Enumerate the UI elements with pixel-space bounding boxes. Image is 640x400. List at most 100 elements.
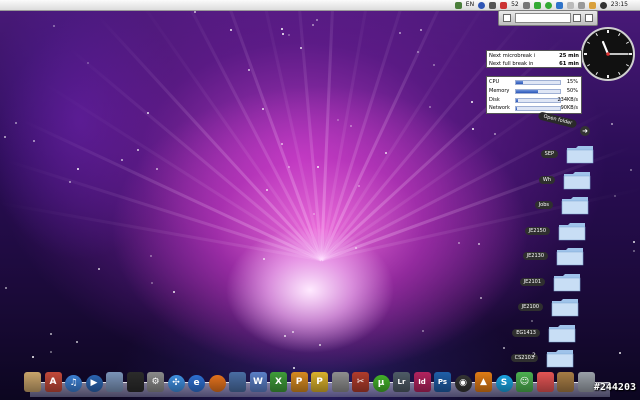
folder-icon[interactable]	[566, 144, 594, 164]
star	[76, 341, 78, 343]
input-language[interactable]: EN	[466, 0, 474, 10]
dock-indesign-icon[interactable]: Id	[413, 372, 431, 392]
dock-powerpoint-icon[interactable]: P	[290, 372, 308, 392]
system-monitor-widget: CPU 15% Memory 50% Disk 234KB/s Network 90KB/s	[486, 76, 582, 114]
wifi-icon[interactable]	[555, 1, 563, 9]
dock-pdf-icon[interactable]: A	[44, 372, 62, 392]
folder-icon[interactable]	[548, 323, 576, 343]
widget-search-input[interactable]	[515, 13, 571, 23]
dock-trash-icon[interactable]	[577, 372, 595, 392]
dock-word-icon[interactable]: W	[249, 372, 267, 392]
dock-camera-icon[interactable]: ◉	[454, 375, 472, 392]
image-watermark: #244203	[593, 382, 636, 393]
star	[316, 19, 318, 21]
star	[69, 181, 71, 183]
stack-folder-label[interactable]: JE2130	[522, 252, 548, 260]
battery-icon[interactable]	[522, 1, 530, 9]
stack-folder[interactable]: JE2100	[469, 297, 579, 319]
dock-paper-icon[interactable]	[557, 372, 574, 392]
stack-folder-label[interactable]: EG1413	[512, 328, 540, 337]
menu-clock[interactable]: 23:15	[611, 0, 628, 10]
monitor-bar	[515, 80, 561, 85]
clock-menu-icon[interactable]	[599, 1, 607, 9]
dock-excel-icon[interactable]: X	[270, 372, 287, 392]
stack-folder-label[interactable]: JE2150	[524, 226, 550, 235]
stack-folder[interactable]: JE2150	[476, 221, 586, 243]
dock-preview-icon[interactable]	[106, 372, 123, 392]
stack-folder-label[interactable]: JE2100	[517, 303, 543, 311]
folder-icon[interactable]	[561, 195, 589, 215]
stack-folder[interactable]: JE2101	[471, 272, 581, 294]
widget-expand-icon[interactable]	[585, 14, 593, 22]
vpn-icon[interactable]	[533, 1, 541, 9]
stack-folder-label[interactable]: Wh	[538, 175, 555, 184]
monitor-bar	[515, 88, 561, 94]
star	[458, 242, 460, 244]
folder-icon[interactable]	[558, 221, 586, 241]
dock-ie-icon[interactable]: e	[188, 375, 205, 392]
stack-folder[interactable]: SEP	[484, 144, 594, 166]
messenger-status-icon[interactable]	[544, 1, 552, 9]
stack-folder[interactable]: Jobs	[479, 195, 589, 217]
dock-finder-icon[interactable]	[24, 372, 41, 392]
dock-tools-icon[interactable]: ✂	[352, 372, 369, 392]
break-row-label: Next full break in	[489, 61, 534, 67]
widget-minimize-icon[interactable]	[573, 14, 581, 22]
badge-icon[interactable]	[500, 1, 508, 9]
star	[266, 189, 268, 191]
bluetooth-icon[interactable]	[577, 1, 585, 9]
stack-folder[interactable]: EG1413	[466, 323, 576, 345]
stack-folder[interactable]: Wh	[481, 170, 591, 192]
stack-folder-label[interactable]: Jobs	[534, 201, 553, 209]
stack-folder-label[interactable]: SEP	[540, 150, 558, 158]
star	[417, 51, 419, 53]
dock-vlc-icon[interactable]: ▲	[475, 372, 492, 392]
dock-utorrent-icon[interactable]: µ	[372, 375, 390, 392]
stack-folder-label[interactable]: JE2101	[519, 277, 545, 286]
star	[50, 333, 52, 335]
monitor-bar-fill	[516, 98, 519, 102]
monitor-row: CPU 15%	[489, 78, 579, 87]
app-status-icon[interactable]	[454, 1, 462, 9]
stack-arrow-icon[interactable]: ➜	[580, 126, 590, 136]
monitor-bar-fill	[516, 81, 523, 84]
dock-safari-icon[interactable]: ✣	[167, 375, 185, 392]
time-machine-icon[interactable]	[588, 1, 596, 9]
dock-ichat-icon[interactable]	[536, 372, 554, 392]
monitor-bar	[515, 106, 561, 112]
dock-quicktime-icon[interactable]: ▶	[85, 375, 103, 392]
dock-gear-icon[interactable]: ⚙	[147, 372, 164, 392]
star	[478, 243, 480, 245]
star	[137, 149, 139, 151]
star	[281, 28, 283, 30]
dock-display-icon[interactable]	[126, 372, 144, 392]
monitor-row: Memory 50%	[489, 87, 579, 96]
dock-script-icon[interactable]	[331, 372, 349, 392]
star	[173, 291, 175, 293]
widget-close-icon[interactable]	[503, 14, 511, 22]
break-row-value: 25 min	[559, 53, 579, 59]
star	[355, 247, 357, 249]
folder-icon[interactable]	[556, 246, 584, 266]
star	[87, 62, 89, 64]
star	[358, 185, 360, 187]
dock-photoshop-icon[interactable]: Ps	[434, 372, 451, 392]
dock-pages-icon[interactable]: P	[311, 372, 328, 392]
display-icon[interactable]	[489, 1, 497, 9]
dock-messenger-icon[interactable]: ☺	[516, 372, 533, 392]
stack-folder[interactable]: JE2130	[474, 246, 584, 268]
folder-icon[interactable]	[546, 348, 574, 368]
dock-lightroom-icon[interactable]: Lr	[393, 372, 410, 392]
folder-icon[interactable]	[563, 170, 591, 190]
help-icon[interactable]	[478, 1, 486, 9]
stack-folder[interactable]: CS2103	[464, 348, 574, 370]
dock-skype-icon[interactable]: S	[495, 375, 513, 392]
dock-firefox-icon[interactable]	[208, 375, 226, 392]
star	[433, 64, 435, 66]
folder-icon[interactable]	[553, 272, 581, 292]
folder-icon[interactable]	[551, 297, 579, 317]
volume-icon[interactable]	[566, 1, 574, 9]
dock-itunes-icon[interactable]: ♫	[65, 375, 82, 392]
star	[4, 136, 6, 138]
dock-photo-icon[interactable]	[229, 372, 246, 392]
